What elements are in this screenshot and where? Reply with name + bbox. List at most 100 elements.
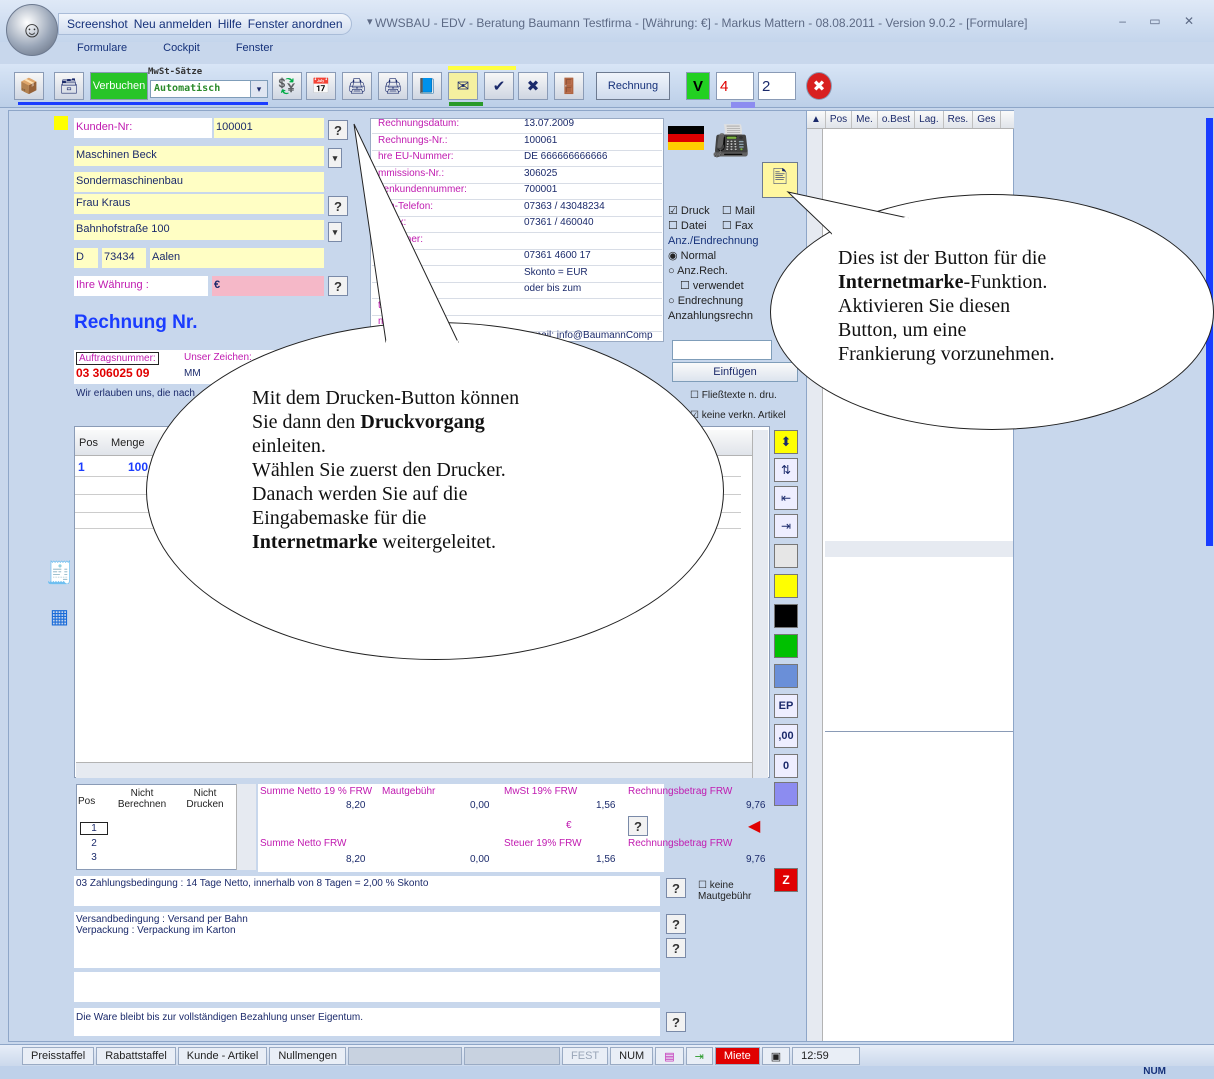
ep-button[interactable]: EP xyxy=(774,694,798,718)
info-value[interactable]: 07361 4600 17 xyxy=(524,250,591,261)
z-button[interactable]: Z xyxy=(774,868,798,892)
fliesstexte-option[interactable]: ☐ Fließtexte n. dru. xyxy=(690,390,777,401)
contact-field[interactable]: Frau Kraus xyxy=(74,194,324,214)
color-black-button[interactable] xyxy=(774,604,798,628)
zahlung-lookup-button[interactable]: ? xyxy=(666,878,686,898)
rp-scroll-up-icon[interactable]: ▲ xyxy=(807,111,826,128)
zero-button[interactable]: 0 xyxy=(774,754,798,778)
app-orb-button[interactable]: ☺ xyxy=(6,4,58,56)
zeichen-value[interactable]: MM xyxy=(184,368,201,379)
color-green-button[interactable] xyxy=(774,634,798,658)
qat-hilfe[interactable]: Hilfe xyxy=(218,17,242,31)
qat-screenshot[interactable]: Screenshot xyxy=(67,17,128,31)
mail-button[interactable]: ✉ xyxy=(448,72,478,100)
move-up-down-button[interactable]: ⬍ xyxy=(774,430,798,454)
info-value[interactable]: 07363 / 43048234 xyxy=(524,201,605,212)
waehrung-field[interactable]: € xyxy=(212,276,324,296)
info-value[interactable]: DE 666666666666 xyxy=(524,151,607,162)
calendar-button[interactable]: 📅 xyxy=(306,72,336,100)
qat-fenster-anordnen[interactable]: Fenster anordnen xyxy=(248,17,343,31)
status-miete[interactable]: Miete xyxy=(714,1046,760,1065)
customer-name-field[interactable]: Maschinen Beck xyxy=(74,146,324,166)
info-value[interactable]: 13.07.2009 xyxy=(524,118,574,129)
druck-checkbox[interactable]: ☑ xyxy=(668,205,681,217)
position-row-menge[interactable]: 100 xyxy=(128,460,148,474)
arrow-left-icon[interactable]: ◀ xyxy=(748,816,760,836)
merge-right-button[interactable]: ⇥ xyxy=(774,514,798,538)
endrechnung-radio[interactable]: ○ xyxy=(668,295,678,307)
totals-row-3[interactable]: 3 xyxy=(80,852,108,863)
check-mail-button[interactable]: ✔ xyxy=(484,72,514,100)
kunden-nr-field[interactable]: 100001 xyxy=(214,118,324,138)
add-package-button[interactable]: 📦 xyxy=(14,72,44,100)
info-value[interactable]: 100061 xyxy=(524,135,557,146)
money-button[interactable]: 💱 xyxy=(272,72,302,100)
anz-rech-radio[interactable]: ○ xyxy=(668,265,677,277)
exit-door-button[interactable]: 🚪 xyxy=(554,72,584,100)
decimal-button[interactable]: ,00 xyxy=(774,724,798,748)
qat-neu-anmelden[interactable]: Neu anmelden xyxy=(134,17,212,31)
verpackung-lookup-button[interactable]: ? xyxy=(666,938,686,958)
insert-row-button[interactable]: ⇅ xyxy=(774,458,798,482)
status-page-icon[interactable]: ▣ xyxy=(761,1046,791,1065)
status-exit-icon[interactable]: ⇥ xyxy=(685,1046,713,1065)
verbuchen-button[interactable]: Verbuchen xyxy=(90,72,148,100)
zip-field[interactable]: 73434 xyxy=(102,248,146,268)
info-value[interactable]: oder bis zum xyxy=(524,283,581,294)
customer-name2-field[interactable]: Sondermaschinenbau xyxy=(74,172,324,192)
status-rabattstaffel[interactable]: Rabattstaffel xyxy=(96,1046,176,1065)
cancel-doc-button[interactable]: ✖ xyxy=(518,72,548,100)
einfuegen-button[interactable]: Einfügen xyxy=(672,362,798,382)
eigentum-lookup-button[interactable]: ? xyxy=(666,1012,686,1032)
calculator-icon[interactable]: ▦ xyxy=(50,604,69,629)
fax-checkbox[interactable]: ☐ xyxy=(722,220,735,232)
positions-hscroll[interactable] xyxy=(76,762,752,778)
qat-dropdown-icon[interactable]: ▾ xyxy=(367,15,373,28)
auftrag-value[interactable]: 03 306025 09 xyxy=(76,366,149,380)
street-field[interactable]: Bahnhofstraße 100 xyxy=(74,220,324,240)
right-panel-hscroll[interactable] xyxy=(825,541,1013,557)
normal-radio[interactable]: ◉ xyxy=(668,250,681,262)
window-controls[interactable]: – ▭ ✕ xyxy=(1119,14,1204,28)
totals-scrollbar[interactable] xyxy=(236,784,256,870)
status-kunde-artikel[interactable]: Kunde - Artikel xyxy=(177,1046,268,1065)
menu-cockpit[interactable]: Cockpit xyxy=(163,42,200,62)
add-article-icon[interactable]: 🧾 xyxy=(46,560,73,586)
status-doc-icon[interactable]: ▤ xyxy=(655,1046,684,1065)
verwendet-checkbox[interactable]: ☐ xyxy=(680,280,693,292)
versand-lookup-button[interactable]: ? xyxy=(666,914,686,934)
close-red-button[interactable]: ✖ xyxy=(806,72,832,100)
v-button[interactable]: V xyxy=(686,72,710,100)
status-preisstaffel[interactable]: Preisstaffel xyxy=(22,1046,95,1065)
color-grey-button[interactable] xyxy=(774,544,798,568)
print-help-button[interactable]: 🖨 xyxy=(378,72,408,100)
num-select-2[interactable]: 2 xyxy=(758,72,796,100)
merge-left-button[interactable]: ⇤ xyxy=(774,486,798,510)
datei-checkbox[interactable]: ☐ xyxy=(668,220,681,232)
info-value[interactable]: 306025 xyxy=(524,168,557,179)
zahlung-field[interactable]: 03 Zahlungsbedingung : 14 Tage Netto, in… xyxy=(74,876,660,906)
color-blue-button[interactable] xyxy=(774,664,798,688)
keine-maut-option[interactable]: ☐ keine Mautgebühr xyxy=(698,880,764,902)
versand-block[interactable]: Versandbedingung : Versand per Bahn Verp… xyxy=(74,912,660,968)
mwst-dropdown-icon[interactable]: ▾ xyxy=(250,80,268,98)
color-yellow-button[interactable] xyxy=(774,574,798,598)
info-value[interactable]: 07361 / 460040 xyxy=(524,217,594,228)
add-item-button[interactable]: 🗃 xyxy=(54,72,84,100)
num-select-1[interactable]: 4 xyxy=(716,72,754,100)
city-field[interactable]: Aalen xyxy=(150,248,324,268)
status-nullmengen[interactable]: Nullmengen xyxy=(269,1046,347,1065)
rechnung-button[interactable]: Rechnung xyxy=(596,72,670,100)
totals-lookup-button[interactable]: ? xyxy=(628,816,648,836)
color-lilac-button[interactable] xyxy=(774,782,798,806)
menu-fenster[interactable]: Fenster xyxy=(236,42,273,62)
eigentum-field[interactable]: Die Ware bleibt bis zur vollständigen Be… xyxy=(74,1008,660,1036)
anzahlung-input[interactable] xyxy=(672,340,772,360)
position-row-pos[interactable]: 1 xyxy=(78,460,85,474)
info-value[interactable]: 700001 xyxy=(524,184,557,195)
menu-formulare[interactable]: Formulare xyxy=(77,42,127,62)
documents-button[interactable]: 📘 xyxy=(412,72,442,100)
mail-checkbox[interactable]: ☐ xyxy=(722,205,735,217)
print-button[interactable]: 🖨 xyxy=(342,72,372,100)
positions-vscroll[interactable] xyxy=(752,430,768,778)
